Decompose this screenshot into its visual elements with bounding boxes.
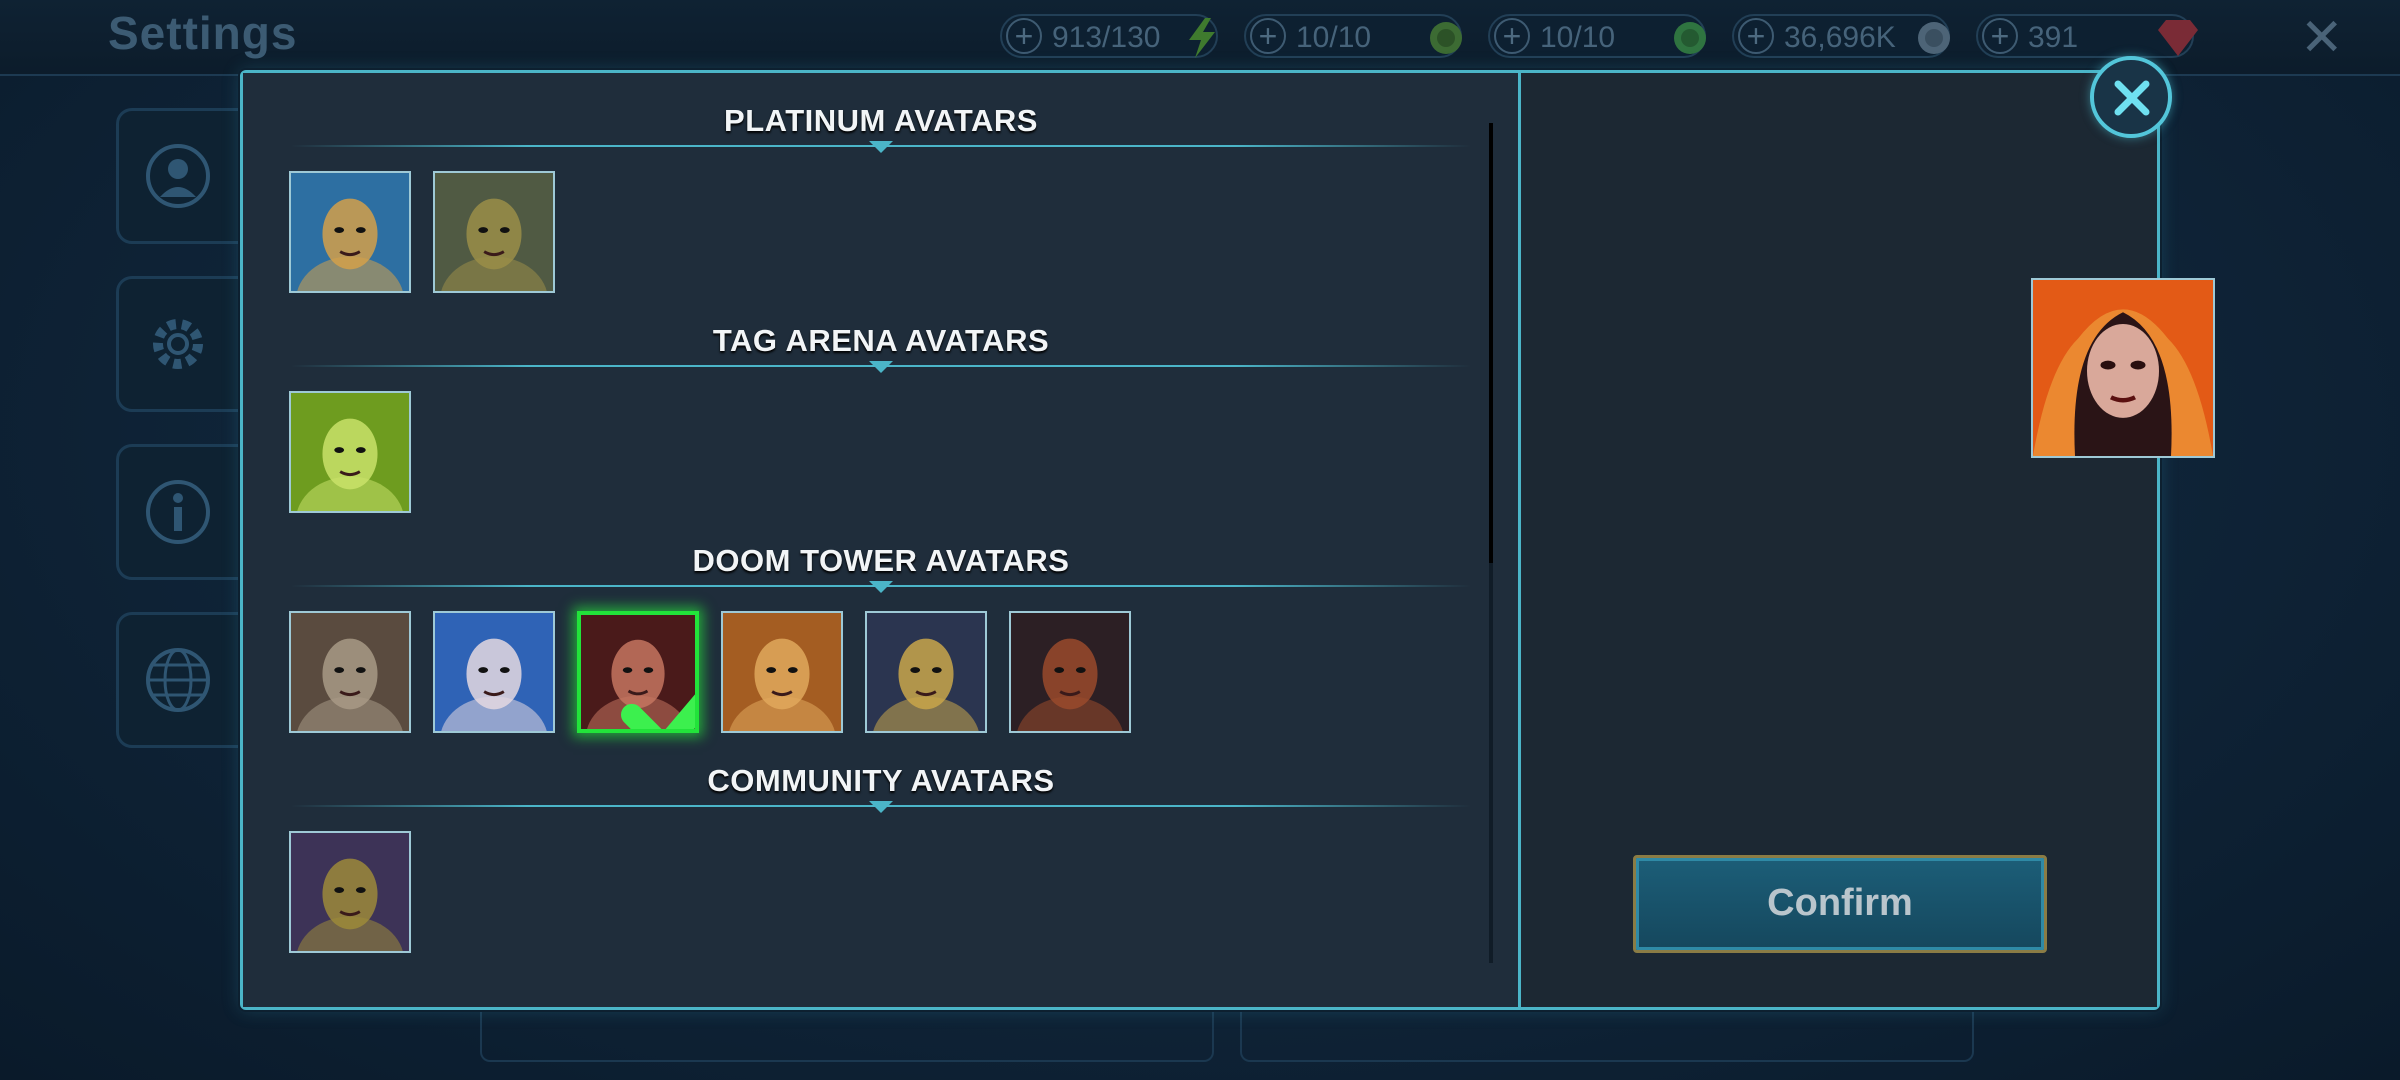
section-title: TAG ARENA AVATARS — [712, 323, 1050, 358]
gem-icon — [2158, 18, 2198, 58]
avatar-platinum-1[interactable] — [289, 171, 411, 293]
checkmark-icon — [621, 694, 695, 729]
avatar-tag-arena-1[interactable] — [289, 391, 411, 513]
section-header: DOOM TOWER AVATARS — [291, 543, 1471, 593]
profile-icon — [146, 144, 210, 208]
avatar-picker-dialog: PLATINUM AVATARS TAG ARENA AVATARS DOOM … — [240, 70, 2215, 1010]
page-title: Settings — [108, 7, 298, 59]
avatar-platinum-2[interactable] — [433, 171, 555, 293]
avatar-row — [289, 611, 1131, 733]
energy-icon — [1182, 18, 1222, 58]
resource-value: 913/130 — [1052, 21, 1161, 54]
plus-icon[interactable]: + — [1738, 18, 1774, 54]
avatar-doom-tower-5[interactable] — [865, 611, 987, 733]
plus-icon[interactable]: + — [1494, 18, 1530, 54]
resource-gems[interactable]: + 391 — [1976, 14, 2198, 58]
avatar-community-1[interactable] — [289, 831, 411, 953]
gear-icon — [153, 319, 203, 369]
plus-icon[interactable]: + — [1250, 18, 1286, 54]
resource-value: 36,696K — [1784, 21, 1896, 54]
close-button[interactable] — [2090, 56, 2172, 138]
resource-value: 10/10 — [1296, 21, 1372, 54]
section-header: PLATINUM AVATARS — [291, 103, 1471, 153]
scrollbar[interactable] — [1489, 123, 1493, 963]
resource-value: 10/10 — [1540, 21, 1616, 54]
avatar-doom-tower-2[interactable] — [433, 611, 555, 733]
resource-energy[interactable]: + 913/130 — [1000, 14, 1218, 58]
section-header: COMMUNITY AVATARS — [291, 763, 1471, 813]
tag-arena-token-icon — [1670, 18, 1710, 58]
resource-arena-token[interactable]: + 10/10 — [1244, 14, 1462, 58]
plus-icon[interactable]: + — [1982, 18, 2018, 54]
confirm-button[interactable]: Confirm — [1633, 855, 2047, 953]
scrollbar-thumb[interactable] — [1489, 123, 1493, 563]
close-icon[interactable]: ✕ — [2300, 8, 2344, 68]
top-bar: Settings + 913/130 + 10/10 + 10/10 + 36,… — [0, 0, 2400, 76]
silver-icon — [1914, 18, 1954, 58]
section-header: TAG ARENA AVATARS — [291, 323, 1471, 373]
avatar-doom-tower-3[interactable] — [577, 611, 699, 733]
globe-icon — [146, 648, 210, 712]
section-title: PLATINUM AVATARS — [724, 103, 1038, 138]
close-icon — [2114, 80, 2150, 116]
section-title: COMMUNITY AVATARS — [707, 763, 1055, 798]
section-title: DOOM TOWER AVATARS — [692, 543, 1070, 578]
selected-avatar-preview — [2031, 278, 2215, 458]
avatar-row — [289, 831, 411, 953]
info-icon — [146, 480, 210, 544]
resource-tag-arena-token[interactable]: + 10/10 — [1488, 14, 1706, 58]
avatar-row — [289, 171, 555, 293]
preview-pane: Confirm — [1521, 73, 2215, 1007]
avatar-doom-tower-6[interactable] — [1009, 611, 1131, 733]
arena-token-icon — [1426, 18, 1466, 58]
resource-silver[interactable]: + 36,696K — [1732, 14, 1950, 58]
avatar-list[interactable]: PLATINUM AVATARS TAG ARENA AVATARS DOOM … — [243, 73, 1521, 1007]
avatar-doom-tower-1[interactable] — [289, 611, 411, 733]
plus-icon[interactable]: + — [1006, 18, 1042, 54]
resource-value: 391 — [2028, 21, 2079, 54]
avatar-doom-tower-4[interactable] — [721, 611, 843, 733]
avatar-row — [289, 391, 411, 513]
